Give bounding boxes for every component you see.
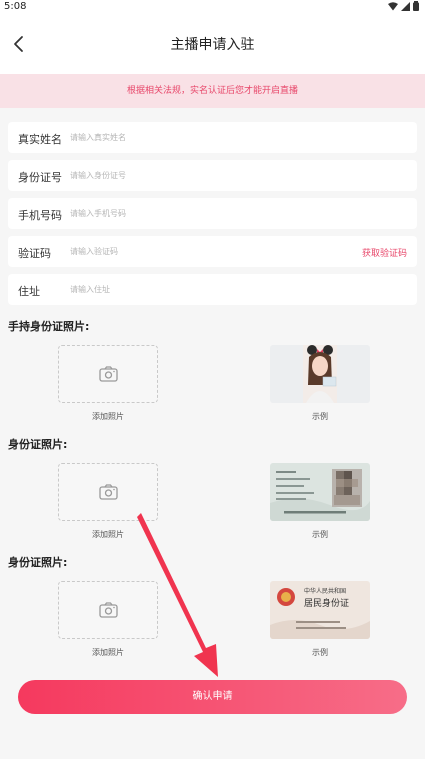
- section-title-handheld: 手持身份证照片:: [8, 320, 90, 333]
- system-icons: [388, 1, 419, 11]
- name-field: 真实姓名: [8, 122, 417, 153]
- camera-icon: [99, 484, 118, 500]
- upload-handheld-photo[interactable]: [58, 345, 158, 403]
- address-label: 住址: [18, 285, 40, 298]
- upload-id-back[interactable]: [58, 581, 158, 639]
- id-back-title: 居民身份证: [304, 597, 349, 608]
- phone-label: 手机号码: [18, 209, 62, 222]
- example-id-front: [270, 463, 370, 521]
- status-time: 5:08: [4, 1, 27, 12]
- battery-icon: [413, 1, 419, 11]
- example-label-1: 示例: [312, 412, 328, 421]
- id-number-label: 身份证号: [18, 171, 62, 184]
- page-title: 主播申请入驻: [170, 37, 255, 53]
- example-id-back-image: 中华人民共和国 居民身份证: [270, 581, 370, 639]
- submit-button[interactable]: 确认申请: [18, 680, 407, 714]
- id-number-input[interactable]: [70, 165, 350, 186]
- get-code-button[interactable]: 获取验证码: [362, 246, 407, 259]
- code-field: 验证码 获取验证码: [8, 236, 417, 267]
- camera-icon: [99, 602, 118, 618]
- signal-icon: [401, 1, 410, 11]
- example-handheld-image: [270, 345, 370, 403]
- example-label-2: 示例: [312, 530, 328, 539]
- example-id-back: 中华人民共和国 居民身份证: [270, 581, 370, 639]
- section-title-id-back: 身份证照片:: [8, 556, 68, 569]
- section-title-id-front: 身份证照片:: [8, 438, 68, 451]
- address-field: 住址: [8, 274, 417, 305]
- camera-icon: [99, 366, 118, 382]
- id-number-field: 身份证号: [8, 160, 417, 191]
- name-label: 真实姓名: [18, 133, 62, 146]
- add-photo-label-2: 添加照片: [92, 530, 124, 539]
- code-label: 验证码: [18, 247, 51, 260]
- name-input[interactable]: [70, 127, 350, 148]
- upload-id-front[interactable]: [58, 463, 158, 521]
- phone-field: 手机号码: [8, 198, 417, 229]
- add-photo-label-1: 添加照片: [92, 412, 124, 421]
- add-photo-label-3: 添加照片: [92, 648, 124, 657]
- phone-input[interactable]: [70, 203, 350, 224]
- header: 主播申请入驻: [0, 14, 425, 74]
- code-input[interactable]: [70, 241, 310, 262]
- example-handheld-photo: [270, 345, 370, 403]
- id-back-country: 中华人民共和国: [304, 587, 346, 595]
- status-bar: 5:08: [0, 0, 425, 14]
- realname-notice: 根据相关法规，实名认证后您才能开启直播: [0, 74, 425, 108]
- address-input[interactable]: [70, 279, 350, 300]
- example-label-3: 示例: [312, 648, 328, 657]
- wifi-icon: [388, 1, 398, 10]
- example-id-front-image: [270, 463, 370, 521]
